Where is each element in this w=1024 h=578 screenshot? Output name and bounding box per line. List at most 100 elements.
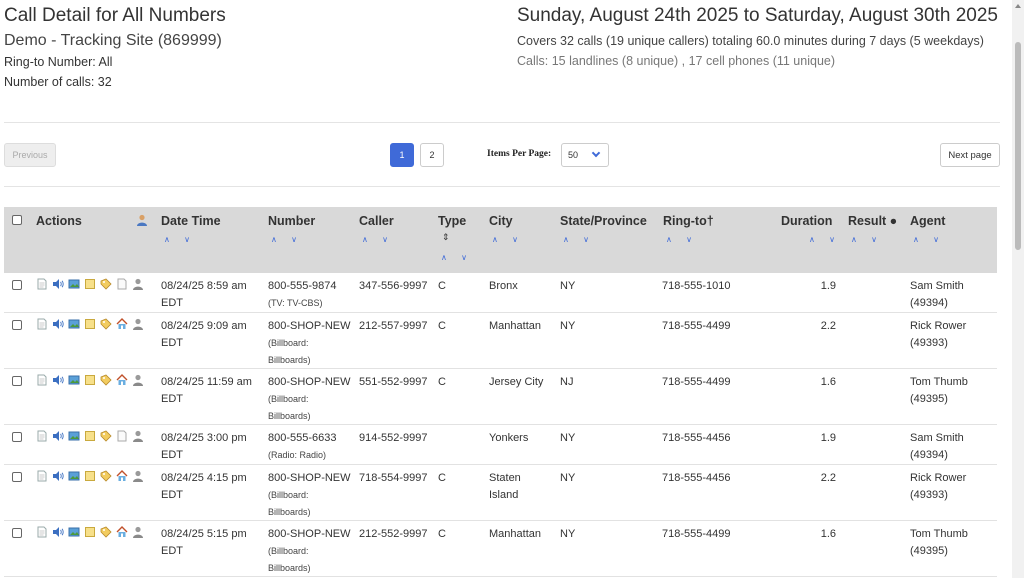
cell-agent: Tom Thumb (49395) [910,526,968,560]
tag-icon[interactable] [100,318,112,330]
note-icon[interactable] [84,374,96,386]
sort-state[interactable]: ∧ ∨ [563,235,595,244]
person-icon[interactable] [132,318,144,330]
city-value: Staten [489,472,521,484]
photo-icon[interactable] [68,374,80,386]
col-ringto[interactable]: Ring-to† [663,214,714,228]
note-icon[interactable] [84,278,96,290]
scroll-up-arrow-icon[interactable] [1015,4,1021,8]
sort-number[interactable]: ∧ ∨ [271,235,303,244]
photo-icon[interactable] [68,318,80,330]
page-icon[interactable] [36,374,48,386]
datetime-value: 08/24/25 9:09 am [161,320,247,332]
table-row[interactable]: 08/24/25 9:09 am EDT 800-SHOP-NEW (Billboar… [4,313,997,369]
house-icon[interactable] [116,374,128,386]
scrollbar[interactable] [1012,0,1024,578]
blank-page-icon[interactable] [116,278,128,290]
table-row[interactable]: 08/24/25 5:15 pm EDT 800-SHOP-NEW (Billboar… [4,521,997,577]
row-checkbox[interactable] [12,376,22,386]
page-icon[interactable] [36,318,48,330]
timezone-value: EDT [161,545,183,557]
type-sort-mark[interactable]: ⇕ [442,232,456,243]
select-all-checkbox[interactable] [12,215,22,225]
cell-number: 800-SHOP-NEW (Billboard: Billboards) [268,374,351,425]
agent-id: (49395) [910,393,948,405]
sort-datetime[interactable]: ∧ ∨ [164,235,196,244]
page-1-button[interactable]: 1 [390,143,414,167]
sort-ringto[interactable]: ∧ ∨ [666,235,698,244]
scrollbar-thumb[interactable] [1015,42,1021,250]
tag-icon[interactable] [100,470,112,482]
col-city[interactable]: City [489,214,513,228]
speaker-icon[interactable] [52,318,64,330]
sort-duration[interactable]: ∧ ∨ [809,235,841,244]
sort-result[interactable]: ∧ ∨ [851,235,883,244]
person-icon[interactable] [132,470,144,482]
page-icon[interactable] [36,430,48,442]
cell-state: NY [560,280,576,292]
table-row[interactable]: 08/24/25 8:59 am EDT 800-555-9874 (TV: TV-C… [4,273,997,313]
page-icon[interactable] [36,526,48,538]
datetime-value: 08/24/25 11:59 am [161,376,252,388]
speaker-icon[interactable] [52,278,64,290]
number-source: (Billboard: [268,546,309,556]
col-type[interactable]: Type [438,214,466,228]
cell-number: 800-SHOP-NEW (Billboard: Billboards) [268,526,351,577]
blank-page-icon[interactable] [116,430,128,442]
col-number[interactable]: Number [268,214,315,228]
sort-agent[interactable]: ∧ ∨ [913,235,945,244]
person-icon[interactable] [132,374,144,386]
photo-icon[interactable] [68,430,80,442]
person-icon[interactable] [132,430,144,442]
items-per-page-select[interactable]: 50 [561,143,609,167]
calls-breakdown: Calls: 15 landlines (8 unique) , 17 cell… [516,54,836,68]
note-icon[interactable] [84,318,96,330]
person-icon[interactable] [136,213,148,226]
speaker-icon[interactable] [52,374,64,386]
col-datetime[interactable]: Date Time [161,214,221,228]
house-icon[interactable] [116,318,128,330]
table-row[interactable]: 08/24/25 4:15 pm EDT 800-SHOP-NEW (Billboar… [4,465,997,521]
person-icon[interactable] [132,526,144,538]
page-2-button[interactable]: 2 [420,143,444,167]
items-per-page-value: 50 [568,150,579,160]
previous-button[interactable]: Previous [4,143,56,167]
row-checkbox[interactable] [12,280,22,290]
row-checkbox[interactable] [12,432,22,442]
col-duration[interactable]: Duration [781,214,832,228]
row-actions [36,374,144,386]
col-state[interactable]: State/Province [560,214,647,228]
tag-icon[interactable] [100,430,112,442]
table-row[interactable]: 08/24/25 3:00 pm EDT 800-555-6633 (Radio: R… [4,425,997,465]
sort-city[interactable]: ∧ ∨ [492,235,524,244]
col-caller[interactable]: Caller [359,214,394,228]
note-icon[interactable] [84,430,96,442]
cell-state: NJ [560,376,574,388]
speaker-icon[interactable] [52,526,64,538]
tag-icon[interactable] [100,278,112,290]
person-icon[interactable] [132,278,144,290]
tag-icon[interactable] [100,374,112,386]
speaker-icon[interactable] [52,430,64,442]
next-page-button[interactable]: Next page [940,143,1000,167]
sort-type[interactable]: ∧ ∨ [441,253,473,262]
col-result[interactable]: Result ● [848,214,897,228]
note-icon[interactable] [84,470,96,482]
page-icon[interactable] [36,470,48,482]
photo-icon[interactable] [68,470,80,482]
page-icon[interactable] [36,278,48,290]
house-icon[interactable] [116,470,128,482]
house-icon[interactable] [116,526,128,538]
tag-icon[interactable] [100,526,112,538]
photo-icon[interactable] [68,526,80,538]
cell-number: 800-555-6633 (Radio: Radio) [268,430,337,464]
row-checkbox[interactable] [12,528,22,538]
speaker-icon[interactable] [52,470,64,482]
sort-caller[interactable]: ∧ ∨ [362,235,394,244]
col-agent[interactable]: Agent [910,214,945,228]
row-checkbox[interactable] [12,472,22,482]
row-checkbox[interactable] [12,320,22,330]
table-row[interactable]: 08/24/25 11:59 am EDT 800-SHOP-NEW (Billboa… [4,369,997,425]
photo-icon[interactable] [68,278,80,290]
note-icon[interactable] [84,526,96,538]
